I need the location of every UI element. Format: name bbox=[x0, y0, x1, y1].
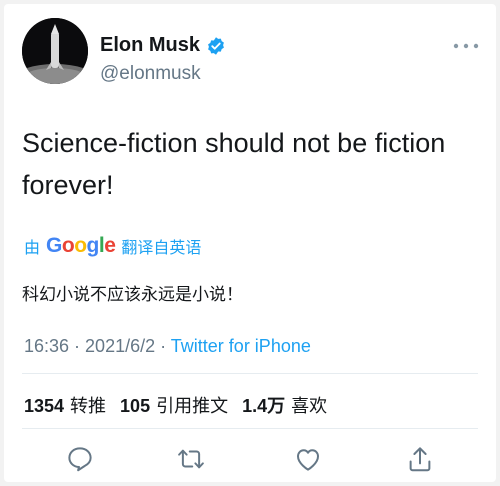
retweets-stat[interactable]: 1354 转推 bbox=[24, 392, 106, 418]
translated-text: 科幻小说不应该永远是小说！ bbox=[22, 285, 243, 304]
tweet-time[interactable]: 16:36 bbox=[24, 336, 69, 356]
author-name[interactable]: Elon Musk bbox=[100, 34, 200, 57]
tweet-actions bbox=[4, 440, 496, 476]
author-handle[interactable]: @elonmusk bbox=[100, 63, 201, 85]
likes-label: 喜欢 bbox=[291, 396, 328, 416]
likes-stat[interactable]: 1.4万 喜欢 bbox=[242, 392, 327, 418]
quote-label: 引用推文 bbox=[156, 396, 229, 416]
retweet-icon bbox=[178, 449, 204, 469]
meta-separator: · bbox=[155, 336, 171, 356]
quote-tweets-stat[interactable]: 105 引用推文 bbox=[120, 392, 228, 418]
divider bbox=[22, 373, 478, 374]
likes-count: 1.4万 bbox=[242, 396, 286, 416]
author-name-row: Elon Musk bbox=[100, 34, 226, 57]
reply-button[interactable] bbox=[65, 444, 95, 474]
share-button[interactable] bbox=[405, 444, 435, 474]
like-icon bbox=[297, 449, 319, 471]
avatar-image bbox=[22, 18, 88, 84]
divider bbox=[22, 428, 478, 429]
retweets-count: 1354 bbox=[24, 396, 65, 416]
translation-by-label: 由 bbox=[24, 240, 41, 257]
share-icon bbox=[409, 447, 431, 472]
tweet-card: Elon Musk @elonmusk Science-fiction shou… bbox=[4, 4, 496, 482]
quote-count: 105 bbox=[120, 396, 151, 416]
meta-separator: · bbox=[69, 336, 86, 356]
tweet-date[interactable]: 2021/6/2 bbox=[85, 336, 155, 356]
translate-tweet-button[interactable]: 由 Google 翻译自英语 bbox=[24, 234, 201, 258]
more-horizontal-icon[interactable] bbox=[452, 40, 480, 52]
like-button[interactable] bbox=[293, 444, 323, 474]
reply-icon bbox=[68, 447, 92, 472]
tweet-source[interactable]: Twitter for iPhone bbox=[171, 336, 311, 356]
verified-badge-icon bbox=[208, 36, 224, 55]
translation-action-label: 翻译自英语 bbox=[121, 240, 202, 257]
avatar[interactable] bbox=[22, 18, 88, 84]
tweet-stats: 1354 转推 105 引用推文 1.4万 喜欢 bbox=[24, 392, 341, 418]
retweet-button[interactable] bbox=[176, 444, 206, 474]
tweet-text: Science-fiction should not be fiction fo… bbox=[22, 128, 446, 200]
tweet-meta: 16:36 · 2021/6/2 · Twitter for iPhone bbox=[24, 336, 311, 357]
retweets-label: 转推 bbox=[70, 396, 107, 416]
google-logo: Google bbox=[46, 234, 116, 257]
